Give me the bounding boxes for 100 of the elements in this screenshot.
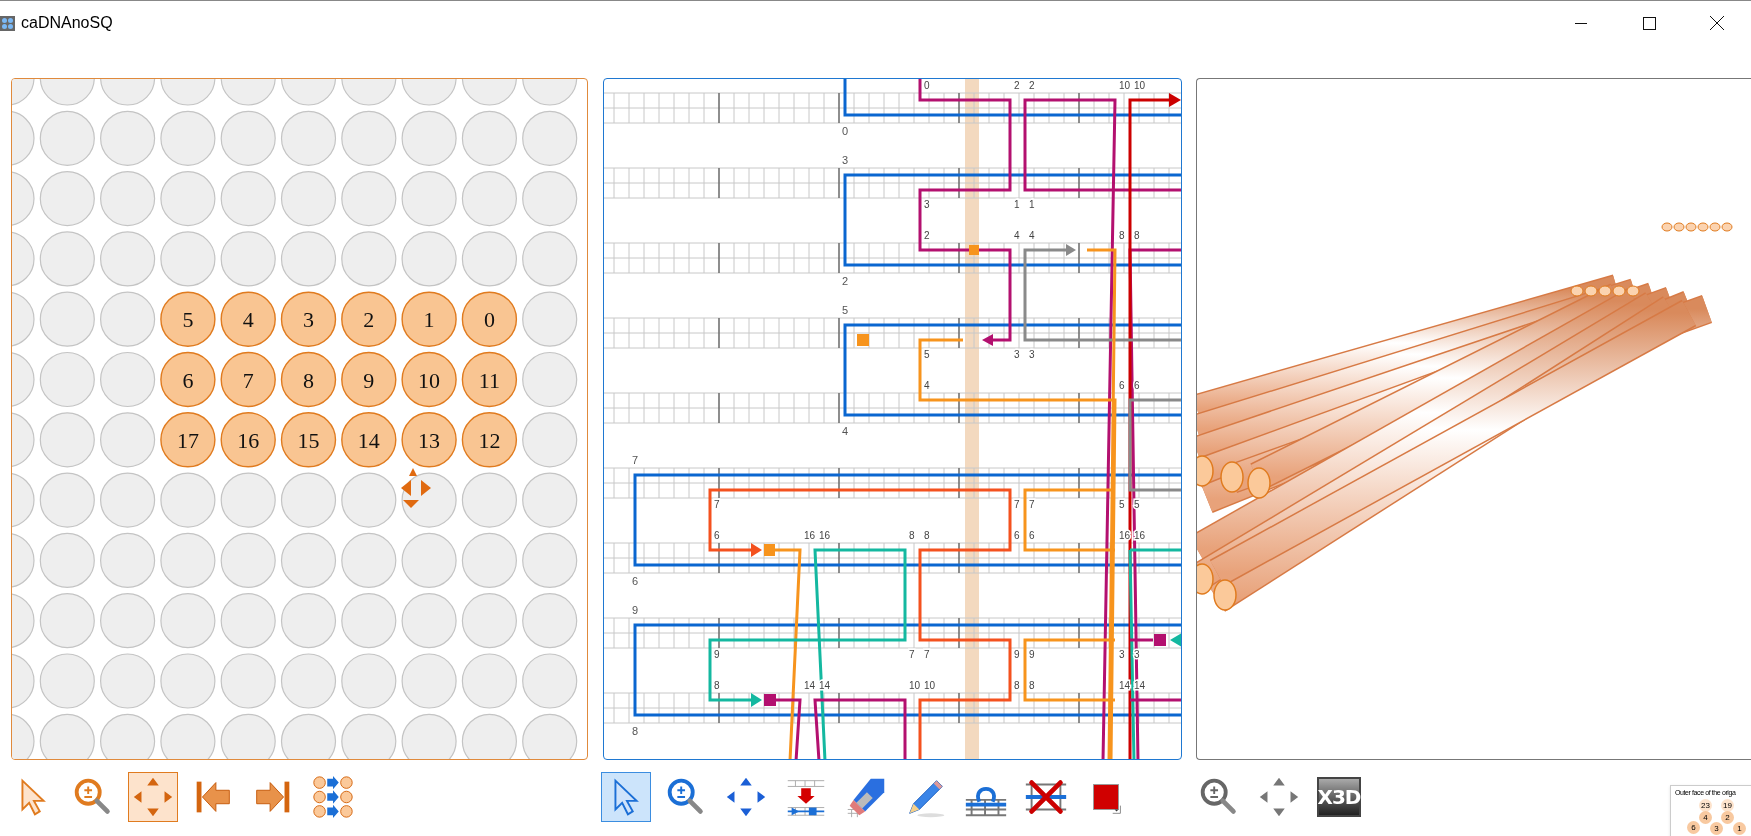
lattice-circle[interactable]	[522, 351, 578, 408]
helix-circle[interactable]: 14	[341, 412, 397, 468]
helix-circle[interactable]: 13	[401, 412, 457, 468]
lattice-circle[interactable]	[280, 231, 337, 287]
lattice-circle[interactable]	[160, 171, 216, 227]
staple-strand[interactable]	[1023, 248, 1181, 342]
lattice-circle[interactable]	[39, 291, 95, 347]
helix-circle[interactable]: 1	[401, 291, 457, 347]
lattice-circle[interactable]	[522, 532, 578, 588]
lattice-circle[interactable]	[100, 351, 156, 408]
lattice-circle[interactable]	[160, 593, 216, 649]
helix-circle[interactable]: 10	[401, 351, 457, 408]
lattice-circle[interactable]	[220, 653, 276, 709]
lattice-circle[interactable]	[220, 110, 276, 166]
helix-circle[interactable]: 12	[461, 412, 518, 468]
helix-circle[interactable]: 11	[461, 351, 518, 408]
lattice-circle[interactable]	[522, 653, 578, 709]
lattice-circle[interactable]	[100, 593, 156, 649]
lattice-circle[interactable]	[39, 231, 95, 287]
lattice-circle[interactable]	[100, 231, 156, 287]
lattice-circle[interactable]	[522, 472, 578, 528]
lattice-circle[interactable]	[401, 231, 457, 287]
scaffold-strand[interactable]	[843, 323, 1181, 417]
lattice-circle[interactable]	[100, 412, 156, 468]
lattice-circle[interactable]	[461, 593, 517, 649]
lattice-circle[interactable]	[401, 532, 457, 588]
helix-circle[interactable]: 2	[341, 291, 397, 347]
lattice-circle[interactable]	[401, 593, 457, 649]
lattice-circle[interactable]	[160, 532, 216, 588]
helix-circle[interactable]: 8	[280, 351, 337, 408]
helix-circle[interactable]: 17	[160, 412, 216, 468]
staple-strand[interactable]	[708, 488, 1012, 759]
staple-strand[interactable]	[918, 79, 1012, 342]
scaffold-strand[interactable]	[843, 79, 1181, 117]
lattice-circle[interactable]	[100, 653, 156, 709]
lattice-circle[interactable]	[401, 171, 457, 227]
helix-circle[interactable]: 16	[220, 412, 276, 468]
tool-button[interactable]	[601, 772, 651, 822]
lattice-circle[interactable]	[100, 532, 156, 588]
lattice-circle[interactable]	[39, 171, 95, 227]
scaffold-strand[interactable]	[843, 173, 1181, 267]
lattice-circle[interactable]	[522, 593, 578, 649]
lattice-circle[interactable]	[341, 110, 397, 166]
lattice-circle[interactable]	[461, 532, 517, 588]
staple-strand[interactable]	[1023, 488, 1117, 702]
lattice-circle[interactable]	[39, 532, 95, 588]
lattice-circle[interactable]	[461, 231, 517, 287]
lattice-circle[interactable]	[220, 231, 276, 287]
lattice-circle[interactable]	[401, 472, 457, 528]
lattice-circle[interactable]	[39, 593, 95, 649]
lattice-circle[interactable]	[280, 653, 337, 709]
lattice-circle[interactable]	[220, 171, 276, 227]
staple-strand[interactable]	[1087, 248, 1117, 759]
lattice-circle[interactable]	[100, 110, 156, 166]
lattice-circle[interactable]	[461, 110, 517, 166]
lattice-circle[interactable]	[160, 653, 216, 709]
staple-strand[interactable]	[1023, 98, 1181, 759]
lattice-circle[interactable]	[100, 472, 156, 528]
lattice-circle[interactable]	[522, 110, 578, 166]
lattice-circle[interactable]	[522, 291, 578, 347]
lattice-circle[interactable]	[220, 532, 276, 588]
lattice-circle[interactable]	[341, 593, 397, 649]
lattice-circle[interactable]	[341, 653, 397, 709]
lattice-circle[interactable]	[160, 110, 216, 166]
lattice-circle[interactable]	[280, 593, 337, 649]
staple-strand[interactable]	[1128, 398, 1181, 492]
lattice-circle[interactable]	[160, 472, 216, 528]
helix-circle[interactable]: 6	[160, 351, 216, 408]
lattice-circle[interactable]	[280, 532, 337, 588]
helix-circle[interactable]: 3	[280, 291, 337, 347]
staple-strand[interactable]	[918, 338, 1117, 759]
lattice-circle[interactable]	[39, 412, 95, 468]
scaffold-strand[interactable]	[633, 473, 1181, 567]
helix-circle[interactable]: 4	[220, 291, 276, 347]
lattice-circle[interactable]	[461, 653, 517, 709]
lattice-circle[interactable]	[522, 412, 578, 468]
lattice-circle[interactable]	[280, 171, 337, 227]
lattice-circle[interactable]	[220, 472, 276, 528]
lattice-circle[interactable]	[461, 472, 517, 528]
lattice-circle[interactable]	[401, 653, 457, 709]
lattice-circle[interactable]	[39, 351, 95, 408]
lattice-circle[interactable]	[100, 171, 156, 227]
lattice-circle[interactable]	[341, 231, 397, 287]
lattice-circle[interactable]	[280, 110, 337, 166]
lattice-circle[interactable]	[280, 472, 337, 528]
lattice-circle[interactable]	[39, 472, 95, 528]
helix-circle[interactable]: 9	[341, 351, 397, 408]
move-handle-icon[interactable]	[401, 468, 431, 508]
lattice-circle[interactable]	[160, 231, 216, 287]
lattice-circle[interactable]	[341, 532, 397, 588]
tool-button[interactable]	[128, 772, 178, 822]
lattice-circle[interactable]	[401, 110, 457, 166]
lattice-circle[interactable]	[522, 231, 578, 287]
helix-circle[interactable]: 7	[220, 351, 276, 408]
lattice-circle[interactable]	[341, 472, 397, 528]
staple-strand[interactable]	[708, 548, 907, 759]
helix-circle[interactable]: 15	[280, 412, 337, 468]
lattice-circle[interactable]	[461, 171, 517, 227]
lattice-circle[interactable]	[341, 171, 397, 227]
lattice-circle[interactable]	[522, 171, 578, 227]
